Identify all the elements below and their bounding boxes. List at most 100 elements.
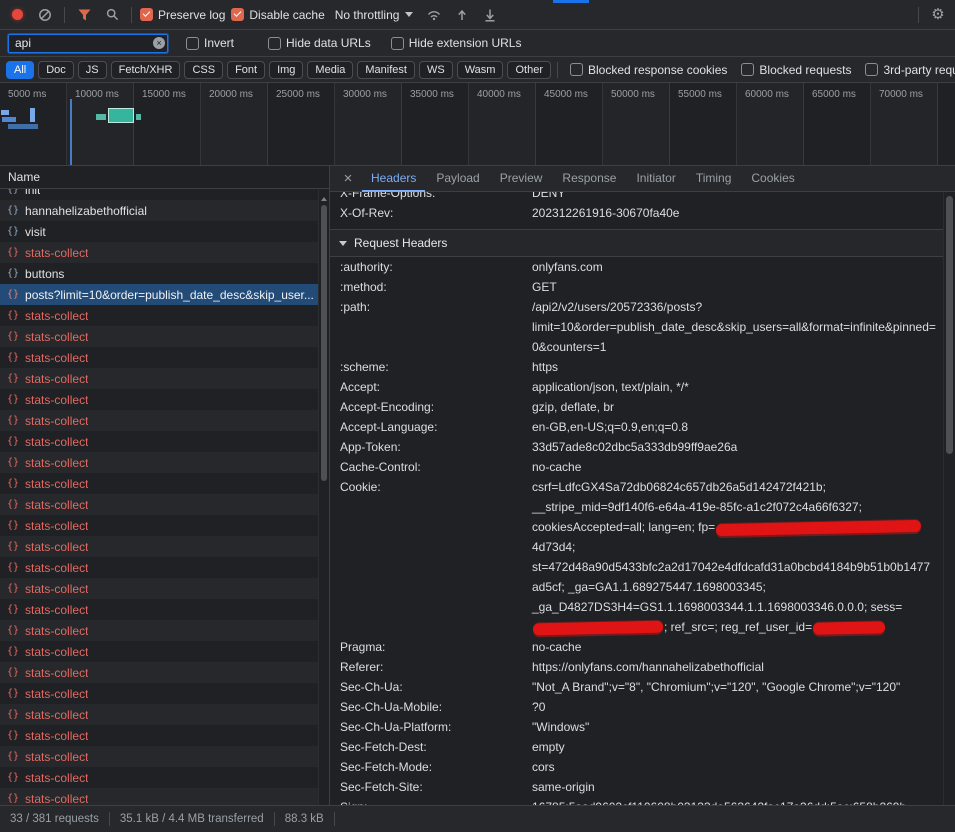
request-row[interactable]: {}stats-collect <box>0 620 318 641</box>
blocked-requests-checkbox[interactable]: Blocked requests <box>741 63 851 77</box>
filter-chip-js[interactable]: JS <box>78 61 107 79</box>
request-row[interactable]: {}stats-collect <box>0 368 318 389</box>
filter-chip-font[interactable]: Font <box>227 61 265 79</box>
request-row[interactable]: {}stats-collect <box>0 767 318 788</box>
filter-chip-css[interactable]: CSS <box>184 61 223 79</box>
details-scrollbar[interactable] <box>943 192 955 805</box>
import-har-button[interactable] <box>451 5 473 25</box>
header-name: Cookie: <box>340 477 532 637</box>
request-name: stats-collect <box>25 666 88 680</box>
request-row[interactable]: {}stats-collect <box>0 347 318 368</box>
request-row[interactable]: {}stats-collect <box>0 641 318 662</box>
request-headers-section[interactable]: Request Headers <box>330 229 943 257</box>
scrollbar-up-arrow[interactable] <box>321 194 327 201</box>
block-icon <box>38 8 52 22</box>
header-name: Sec-Fetch-Mode: <box>340 757 532 777</box>
filter-chip-wasm[interactable]: Wasm <box>457 61 504 79</box>
checkbox-unchecked-icon <box>865 63 878 76</box>
tab-response[interactable]: Response <box>553 166 625 192</box>
request-row[interactable]: {}stats-collect <box>0 704 318 725</box>
waterfall-bar <box>8 124 38 129</box>
name-column-header[interactable]: Name <box>0 166 329 189</box>
header-row: Sec-Ch-Ua-Mobile:?0 <box>330 697 943 717</box>
timeline-tick-label: 15000 ms <box>142 89 186 100</box>
request-row[interactable]: {}stats-collect <box>0 536 318 557</box>
hide-data-urls-checkbox[interactable]: Hide data URLs <box>268 36 371 50</box>
filter-chip-fetch-xhr[interactable]: Fetch/XHR <box>111 61 181 79</box>
request-row[interactable]: {}stats-collect <box>0 305 318 326</box>
preserve-log-label: Preserve log <box>158 8 225 22</box>
request-row[interactable]: {}stats-collect <box>0 494 318 515</box>
scrollbar-thumb[interactable] <box>946 196 953 454</box>
request-row[interactable]: {}stats-collect <box>0 242 318 263</box>
redaction-scribble <box>813 621 885 635</box>
request-name: stats-collect <box>25 729 88 743</box>
request-row[interactable]: {}stats-collect <box>0 452 318 473</box>
request-row[interactable]: {}stats-collect <box>0 515 318 536</box>
filter-chip-ws[interactable]: WS <box>419 61 453 79</box>
filter-toggle-button[interactable] <box>73 5 95 25</box>
timeline-overview[interactable]: 5000 ms10000 ms15000 ms20000 ms25000 ms3… <box>0 83 955 166</box>
tab-timing[interactable]: Timing <box>687 166 741 192</box>
request-name: visit <box>25 225 46 239</box>
filter-chip-other[interactable]: Other <box>507 61 551 79</box>
request-row[interactable]: {}stats-collect <box>0 746 318 767</box>
checkbox-label: Blocked response cookies <box>588 63 727 77</box>
request-row[interactable]: {}posts?limit=10&order=publish_date_desc… <box>0 284 318 305</box>
request-row[interactable]: {}stats-collect <box>0 578 318 599</box>
scrollbar-thumb[interactable] <box>321 205 327 481</box>
header-value: https://onlyfans.com/hannahelizabethoffi… <box>532 657 936 677</box>
request-row[interactable]: {}buttons <box>0 263 318 284</box>
request-row[interactable]: {}stats-collect <box>0 683 318 704</box>
blocked-response-cookies-checkbox[interactable]: Blocked response cookies <box>570 63 727 77</box>
request-row[interactable]: {}stats-collect <box>0 473 318 494</box>
header-value: /api2/v2/users/20572336/posts?limit=10&o… <box>532 297 936 357</box>
tab-payload[interactable]: Payload <box>427 166 488 192</box>
request-row[interactable]: {}stats-collect <box>0 662 318 683</box>
filter-chip-img[interactable]: Img <box>269 61 303 79</box>
header-row: App-Token:33d57ade8c02dbc5a333db99ff9ae2… <box>330 437 943 457</box>
search-button[interactable] <box>101 5 123 25</box>
filter-chip-media[interactable]: Media <box>307 61 353 79</box>
request-list-scrollbar[interactable] <box>318 189 329 805</box>
waterfall-bar <box>96 114 106 120</box>
throttling-dropdown[interactable]: No throttling <box>331 8 418 22</box>
request-row[interactable]: {}stats-collect <box>0 326 318 347</box>
3rd-party-requests-checkbox[interactable]: 3rd-party requests <box>865 63 955 77</box>
disable-cache-checkbox[interactable]: Disable cache <box>231 8 324 22</box>
request-row[interactable]: {}stats-collect <box>0 557 318 578</box>
close-details-button[interactable]: × <box>336 170 360 187</box>
request-row[interactable]: {}stats-collect <box>0 389 318 410</box>
record-button[interactable] <box>6 5 28 25</box>
clear-filter-button[interactable]: × <box>153 37 165 49</box>
tab-initiator[interactable]: Initiator <box>627 166 684 192</box>
filter-chip-manifest[interactable]: Manifest <box>357 61 415 79</box>
tab-headers[interactable]: Headers <box>362 166 425 192</box>
request-row[interactable]: {}init <box>0 189 318 200</box>
request-row[interactable]: {}stats-collect <box>0 725 318 746</box>
request-row[interactable]: {}visit <box>0 221 318 242</box>
redaction-scribble <box>716 520 921 536</box>
request-type-icon: {} <box>7 289 19 300</box>
request-row[interactable]: {}stats-collect <box>0 599 318 620</box>
request-type-icon: {} <box>7 436 19 447</box>
preserve-log-checkbox[interactable]: Preserve log <box>140 8 225 22</box>
tab-cookies[interactable]: Cookies <box>742 166 803 192</box>
tab-preview[interactable]: Preview <box>491 166 552 192</box>
request-row[interactable]: {}stats-collect <box>0 788 318 805</box>
hide-extension-urls-checkbox[interactable]: Hide extension URLs <box>391 36 522 50</box>
settings-button[interactable]: ⚙ <box>927 5 949 25</box>
request-type-icon: {} <box>7 247 19 258</box>
checkbox-unchecked-icon <box>268 37 281 50</box>
clear-button[interactable] <box>34 5 56 25</box>
request-row[interactable]: {}hannahelizabethofficial <box>0 200 318 221</box>
request-row[interactable]: {}stats-collect <box>0 431 318 452</box>
network-conditions-button[interactable] <box>423 5 445 25</box>
waterfall-bar <box>1 110 9 115</box>
export-har-button[interactable] <box>479 5 501 25</box>
filter-input[interactable] <box>8 34 168 53</box>
filter-chip-doc[interactable]: Doc <box>38 61 74 79</box>
invert-checkbox[interactable]: Invert <box>186 36 234 50</box>
filter-chip-all[interactable]: All <box>6 61 34 79</box>
request-row[interactable]: {}stats-collect <box>0 410 318 431</box>
